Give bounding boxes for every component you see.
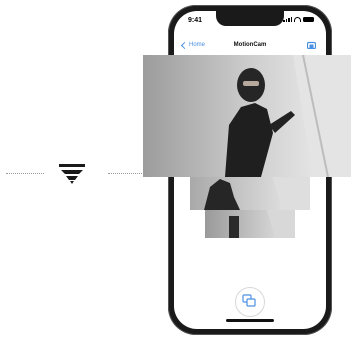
motion-photo-older[interactable] bbox=[205, 210, 295, 238]
dotted-line-left bbox=[6, 173, 44, 174]
gallery-button[interactable] bbox=[235, 287, 265, 317]
gallery-icon bbox=[242, 294, 256, 307]
motion-photo-main[interactable] bbox=[143, 55, 351, 177]
status-time: 9:41 bbox=[188, 17, 203, 24]
battery-icon bbox=[303, 17, 314, 22]
home-indicator bbox=[226, 319, 274, 322]
camera-icon[interactable] bbox=[307, 41, 316, 49]
nav-title: MotionCam bbox=[233, 42, 267, 48]
wifi-icon bbox=[294, 17, 301, 22]
motion-photo-previous[interactable] bbox=[190, 175, 310, 210]
nav-bar: Home MotionCam bbox=[174, 40, 326, 54]
signal-icon bbox=[283, 17, 292, 22]
status-bar: 9:41 bbox=[174, 15, 326, 27]
brand-logo-icon bbox=[59, 164, 85, 184]
dotted-line-connector bbox=[108, 173, 144, 174]
